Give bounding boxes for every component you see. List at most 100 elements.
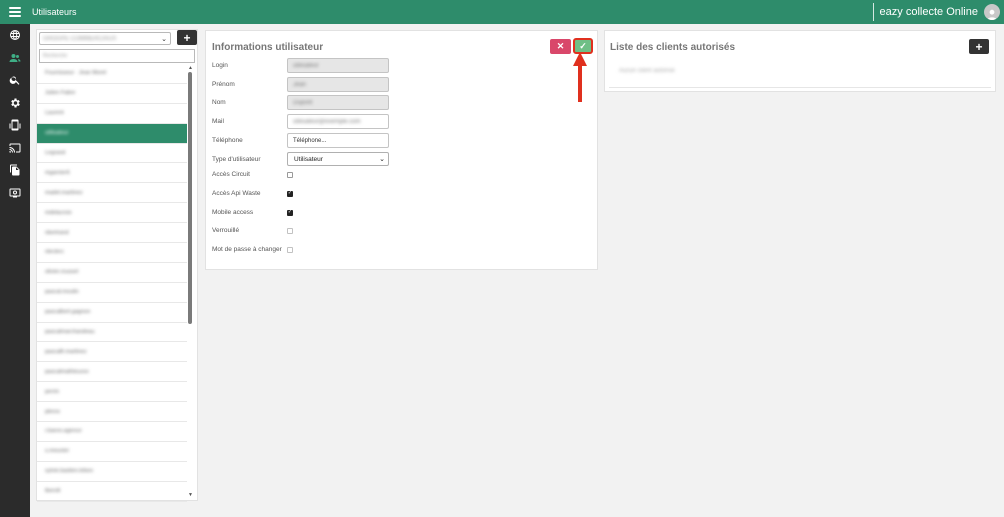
user-list-item-label: Fournisseur · Jean Morel bbox=[45, 70, 107, 77]
user-list-item-label: pascalmarchandeau bbox=[45, 329, 95, 336]
user-list-item[interactable]: madel.martinez bbox=[37, 183, 187, 204]
user-list-item[interactable]: Fournisseur · Jean Morel bbox=[37, 64, 187, 84]
user-list-item[interactable]: Legrand bbox=[37, 144, 187, 164]
group-filter-value: GROUPE COMMERCIAUX bbox=[43, 35, 117, 42]
brand-name: eazy collecte Online bbox=[879, 6, 978, 18]
user-list-item[interactable]: nbertrand bbox=[37, 223, 187, 244]
top-bar: Utilisateurs eazy collecte Online bbox=[0, 0, 1004, 24]
user-list-item[interactable]: plerox bbox=[37, 402, 187, 423]
scroll-up-icon[interactable]: ▲ bbox=[188, 65, 193, 71]
annotation-arrow-icon bbox=[573, 52, 587, 102]
user-list-item-label: Julien Fabre bbox=[45, 90, 76, 97]
lastname-field[interactable]: Dupont bbox=[287, 95, 389, 110]
user-list-item[interactable]: utilisateur bbox=[37, 123, 187, 144]
firstname-row: Prénom Jean bbox=[212, 77, 389, 92]
user-list-panel: GROUPE COMMERCIAUX ⌄ + Recherche ▲ Fourn… bbox=[36, 29, 198, 502]
mail-label: Mail bbox=[212, 118, 224, 125]
user-list-item-label: r.baron.agence bbox=[45, 428, 82, 435]
hamburger-menu-icon[interactable] bbox=[0, 0, 30, 24]
permission-label: Mot de passe à changer bbox=[212, 246, 282, 253]
permission-checkbox[interactable] bbox=[287, 171, 293, 178]
gear-icon[interactable] bbox=[0, 92, 30, 115]
scrollbar-thumb[interactable] bbox=[188, 72, 192, 324]
user-type-select[interactable]: Utilisateur ⌄ bbox=[287, 152, 389, 166]
user-list-item-label: madel.martinez bbox=[45, 189, 83, 196]
user-list-item[interactable]: nleclerc bbox=[37, 243, 187, 263]
mail-row: Mail utilisateur@exemple.com bbox=[212, 114, 389, 129]
user-list-item-label: mdelacroix bbox=[45, 209, 72, 216]
user-list-item[interactable]: pascal.moulin bbox=[37, 283, 187, 303]
cast-icon[interactable] bbox=[0, 137, 30, 160]
login-field[interactable]: utilisateur bbox=[287, 58, 389, 73]
topbar-divider bbox=[872, 3, 874, 21]
user-list-item-label: utilisateur bbox=[45, 130, 69, 137]
user-list-item[interactable]: sylvie.bastien.lebon bbox=[37, 462, 187, 482]
permission-checkbox[interactable] bbox=[287, 246, 293, 253]
user-search-input[interactable]: Recherche bbox=[39, 49, 195, 63]
permission-row: Mobile access ✓ bbox=[212, 209, 293, 216]
mobile-icon[interactable] bbox=[0, 114, 30, 137]
lastname-row: Nom Dupont bbox=[212, 95, 389, 110]
user-list-item[interactable]: r.baron.agence bbox=[37, 422, 187, 442]
user-list-item-label: Legrand bbox=[45, 150, 66, 156]
user-list-item[interactable]: pascalbert.gagnon bbox=[37, 303, 187, 323]
globe-icon[interactable] bbox=[0, 24, 30, 47]
user-list-item[interactable]: olivier.roussel bbox=[37, 263, 187, 283]
chevron-down-icon: ⌄ bbox=[379, 156, 385, 163]
phone-row: Téléphone Téléphone... bbox=[212, 133, 389, 148]
add-client-button[interactable]: + bbox=[969, 39, 989, 54]
user-list-item[interactable]: Laurent bbox=[37, 104, 187, 124]
user-list-item[interactable]: tberolt bbox=[37, 482, 187, 502]
mail-value: utilisateur@exemple.com bbox=[293, 118, 361, 125]
login-value: utilisateur bbox=[293, 62, 319, 69]
user-list-item[interactable]: pascalmarchandeau bbox=[37, 323, 187, 343]
phone-value: Téléphone... bbox=[293, 137, 327, 144]
topbar-right: eazy collecte Online bbox=[872, 0, 1004, 24]
user-list-item-label: pascal.moulin bbox=[45, 289, 79, 296]
user-search-value: Recherche bbox=[43, 53, 68, 59]
user-list-item-label: s.meunier bbox=[45, 448, 70, 455]
clients-divider bbox=[609, 87, 991, 88]
login-row: Login utilisateur bbox=[212, 58, 389, 73]
user-type-value: Utilisateur bbox=[294, 155, 323, 163]
permission-checkbox[interactable] bbox=[287, 227, 293, 234]
permission-label: Accès Api Waste bbox=[212, 190, 261, 197]
user-list-item-label: olivier.roussel bbox=[45, 269, 79, 276]
clients-panel: Liste des clients autorisés + Aucun clie… bbox=[604, 30, 996, 92]
permission-checkbox[interactable]: ✓ bbox=[287, 209, 293, 216]
chevron-down-icon: ⌄ bbox=[161, 36, 167, 43]
group-filter-select[interactable]: GROUPE COMMERCIAUX ⌄ bbox=[39, 32, 171, 45]
user-list-item-label: plerox bbox=[45, 408, 60, 415]
user-list-item-label: mgarnier6 bbox=[45, 169, 70, 176]
firstname-field[interactable]: Jean bbox=[287, 77, 389, 92]
phone-field[interactable]: Téléphone... bbox=[287, 133, 389, 148]
clients-empty-text: Aucun client autorisé bbox=[619, 68, 675, 74]
user-list-item-label: pascalfr.martinez bbox=[45, 348, 87, 355]
user-list-item[interactable]: pascalmathieuxxx bbox=[37, 362, 187, 383]
scroll-down-icon[interactable]: ▼ bbox=[188, 492, 193, 498]
user-type-row: Type d'utilisateur Utilisateur ⌄ bbox=[212, 152, 389, 166]
user-list-item[interactable]: pascalfr.martinez bbox=[37, 342, 187, 363]
user-list-item[interactable]: mgarnier6 bbox=[37, 163, 187, 184]
user-list-item-label: sylvie.bastien.lebon bbox=[45, 468, 94, 475]
cancel-button[interactable]: ✕ bbox=[550, 39, 571, 54]
user-list-item[interactable]: mdelacroix bbox=[37, 203, 187, 224]
display-icon[interactable] bbox=[0, 182, 30, 205]
user-info-panel: Informations utilisateur ✕ ✓ Login utili… bbox=[205, 30, 598, 270]
user-type-label: Type d'utilisateur bbox=[212, 155, 261, 163]
permission-checkbox[interactable]: ✓ bbox=[287, 190, 293, 197]
user-list-item-label: pascalbert.gagnon bbox=[45, 309, 91, 316]
user-list-item[interactable]: Julien Fabre bbox=[37, 84, 187, 104]
user-list-item-label: nleclerc bbox=[45, 249, 64, 256]
permission-label: Accès Circuit bbox=[212, 171, 250, 178]
user-list-item[interactable]: perrin bbox=[37, 382, 187, 403]
user-avatar-icon[interactable] bbox=[984, 4, 1000, 20]
documents-icon[interactable] bbox=[0, 159, 30, 182]
add-user-button[interactable]: + bbox=[177, 30, 197, 45]
user-list-item[interactable]: s.meunier bbox=[37, 442, 187, 462]
lastname-label: Nom bbox=[212, 99, 226, 106]
users-icon[interactable] bbox=[0, 47, 30, 70]
search-icon[interactable] bbox=[0, 69, 30, 92]
user-list-item-label: tberolt bbox=[45, 488, 61, 495]
mail-field[interactable]: utilisateur@exemple.com bbox=[287, 114, 389, 129]
